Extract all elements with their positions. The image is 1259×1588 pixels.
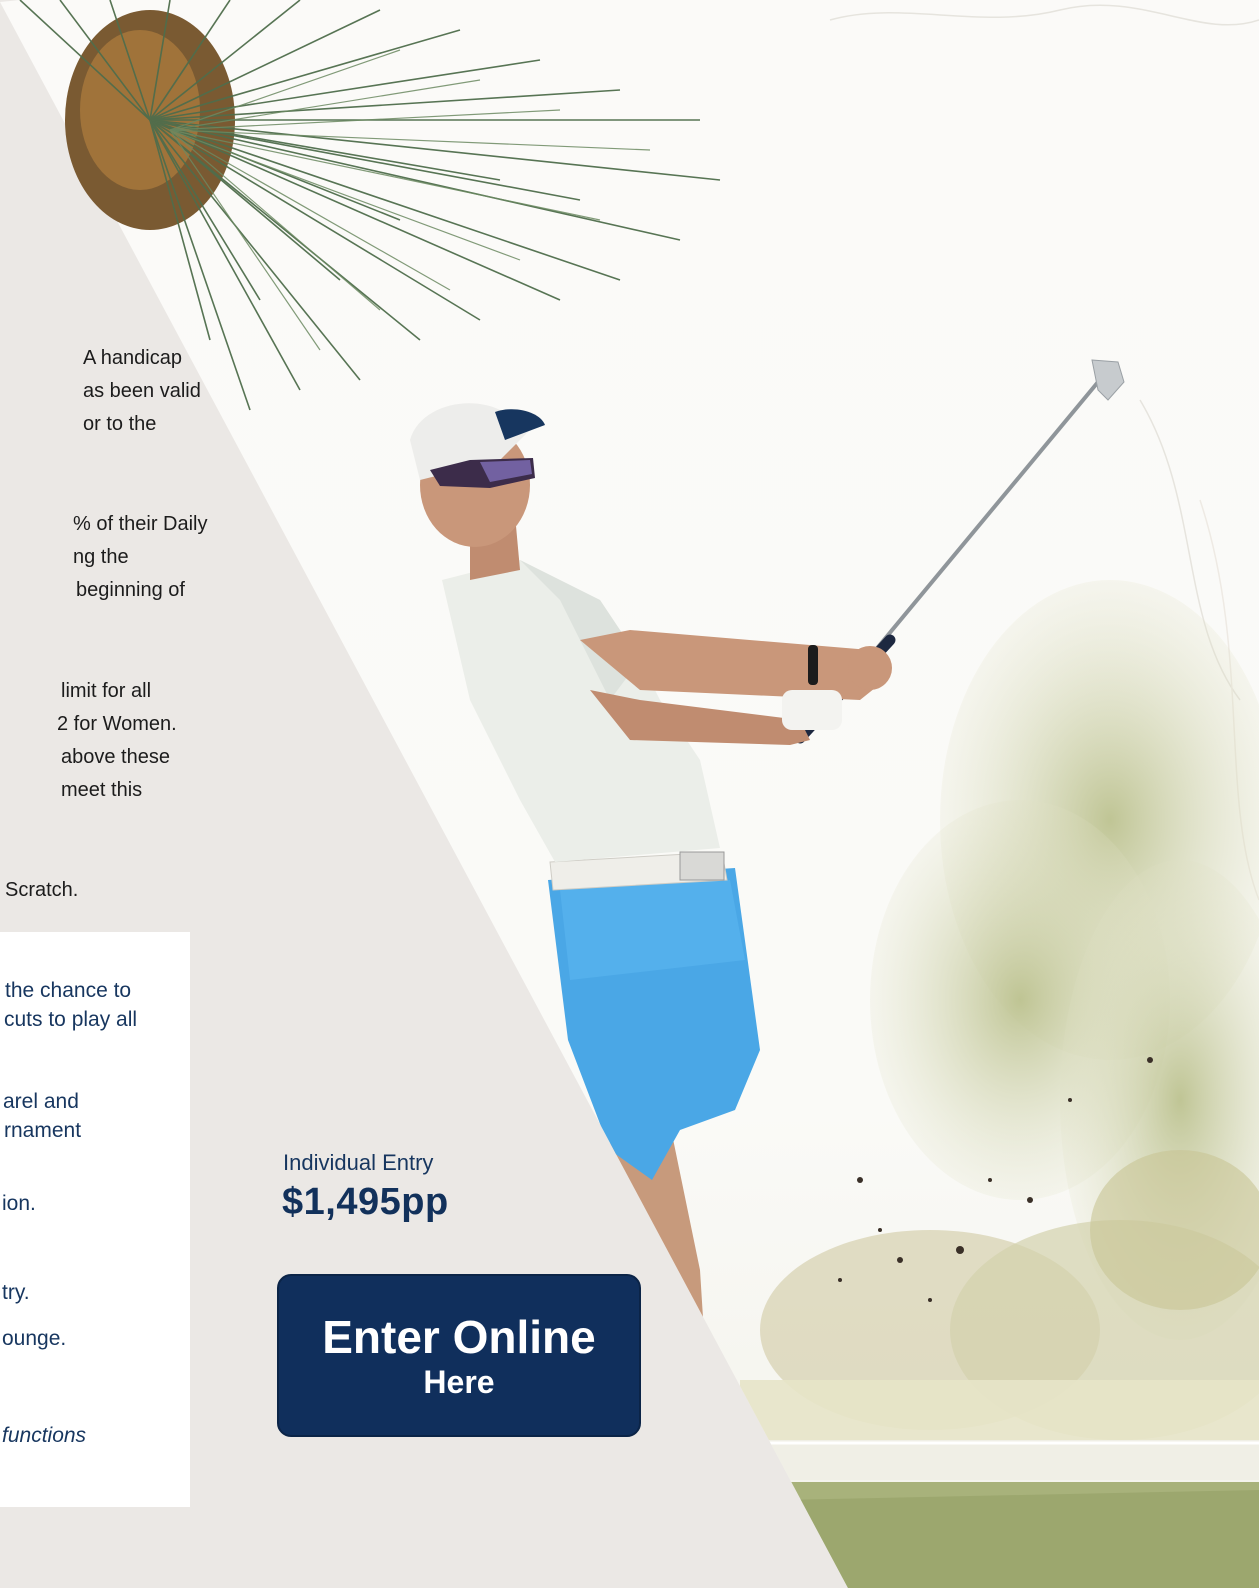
inclusion-line: cuts to play all <box>4 1008 138 1031</box>
inclusion-line: ounge. <box>2 1327 67 1350</box>
entry-label: Individual Entry <box>283 1150 434 1175</box>
enter-online-button[interactable]: Enter Online Here <box>277 1274 641 1437</box>
inclusions-panel: the chance to cuts to play all arel and … <box>0 932 190 1507</box>
rule-line: limit for all <box>61 680 152 702</box>
rule-line: beginning of <box>76 579 185 601</box>
rule-line: above these <box>61 746 170 768</box>
rule-line: or to the <box>83 413 157 435</box>
rule-line: Scratch. <box>5 879 79 901</box>
entry-price: $1,495pp <box>282 1181 449 1223</box>
enter-online-sublabel: Here <box>423 1363 495 1400</box>
inclusion-line: arel and <box>3 1090 79 1113</box>
enter-online-label: Enter Online <box>322 1310 596 1363</box>
rule-line: A handicap <box>83 347 182 369</box>
rule-line: as been valid <box>83 380 201 402</box>
inclusion-line: try. <box>2 1281 30 1304</box>
rule-line: % of their Daily <box>73 513 208 535</box>
inclusion-line: ion. <box>2 1192 36 1215</box>
rule-line: 2 for Women. <box>57 713 177 735</box>
rule-line: meet this <box>61 779 143 801</box>
rule-line: ng the <box>73 546 129 568</box>
inclusion-line: the chance to <box>5 979 132 1002</box>
inclusion-line: functions <box>2 1424 87 1447</box>
inclusion-line: rnament <box>4 1119 82 1142</box>
